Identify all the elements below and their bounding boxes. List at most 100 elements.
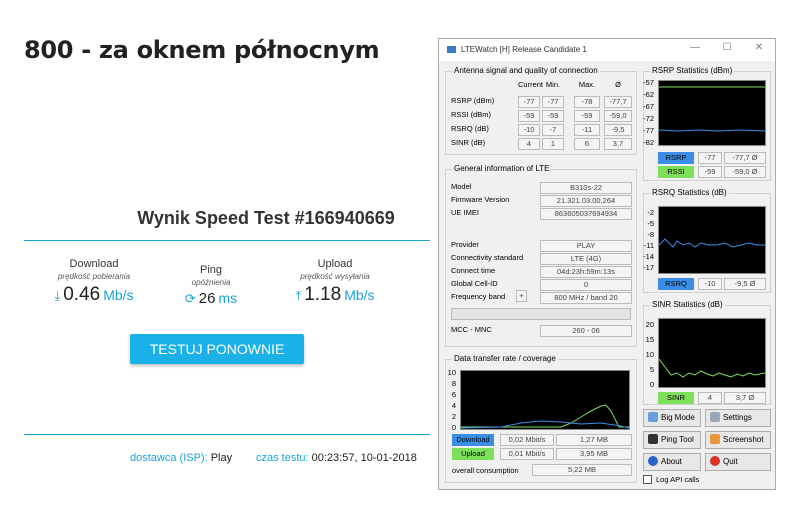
settings-label: Settings: [723, 413, 752, 422]
ping-label: Ping: [199, 264, 223, 276]
rsrp-chart: [658, 80, 766, 146]
transfer-plot: [460, 404, 630, 429]
download-icon: ⤓: [54, 288, 61, 303]
antenna-value: 4: [518, 138, 540, 150]
rsrq-group: RSRQ Statistics (dB) -2 -5 -8 -11 -14 -1…: [643, 188, 771, 293]
antenna-value: -9,5: [604, 124, 632, 136]
antenna-value: -59: [574, 110, 600, 122]
speedtest-title: Wynik Speed Test #166940669: [137, 208, 395, 228]
minimize-icon[interactable]: —: [687, 42, 703, 53]
isp-info: dostawca (ISP): Play: [130, 452, 232, 464]
bigmode-button[interactable]: Big Mode: [643, 409, 701, 427]
download-block: Download prędkość pobierania ⤓ 0.46 Mb/s: [34, 258, 154, 306]
rsrp-title: RSRP Statistics (dBm): [650, 66, 735, 75]
terminal-icon: [648, 434, 658, 444]
upload-unit: Mb/s: [344, 287, 375, 303]
antenna-value: -77: [518, 96, 540, 108]
antenna-row-label: SINR (dB): [451, 138, 486, 147]
antenna-value: -10: [518, 124, 540, 136]
maximize-icon[interactable]: ☐: [719, 42, 735, 53]
transfer-title: Data transfer rate / coverage: [452, 354, 558, 363]
general-group: General information of LTE Model B310s-22…: [445, 164, 637, 347]
gear-icon: [710, 412, 720, 422]
close-icon[interactable]: ✕: [751, 42, 767, 53]
sinr-ytick: 5: [649, 365, 654, 374]
antenna-col-header: Ø: [615, 80, 621, 89]
magnifier-icon: [648, 412, 658, 422]
download-sub: prędkość pobierania: [57, 272, 131, 281]
refresh-icon: ⟳: [184, 291, 196, 306]
info-value: 04d:23h:59m:13s: [540, 266, 632, 278]
antenna-title: Antenna signal and quality of connection: [452, 66, 600, 75]
download-label: Download: [69, 258, 119, 270]
info-value: 863605037694934: [540, 208, 632, 220]
upload-label: Upload: [317, 258, 353, 270]
pingtool-button[interactable]: Ping Tool: [643, 431, 701, 449]
camera-icon: [710, 434, 720, 444]
rsrq-ytick: -5: [647, 219, 654, 228]
rsrq-avg: -9,5 Ø: [724, 278, 766, 290]
sinr-ytick: 20: [645, 320, 654, 329]
upload-legend: Upload: [452, 448, 494, 460]
rsrp-ytick: -57: [643, 78, 654, 87]
rsrq-title: RSRQ Statistics (dB): [650, 188, 729, 197]
transfer-ytick: 8: [451, 379, 456, 388]
rsrp-avg: -77,7 Ø: [724, 152, 766, 164]
antenna-value: -7: [542, 124, 564, 136]
info-label: Global Cell-ID: [451, 279, 498, 288]
mcc-value: 260 - 06: [540, 325, 632, 337]
sinr-group: SINR Statistics (dB) 20 15 10 5 0 SINR 4…: [643, 300, 771, 405]
antenna-value: -59: [542, 110, 564, 122]
rsrp-ytick: -67: [643, 102, 654, 111]
sinr-plot: [658, 358, 766, 378]
antenna-col-header: Min.: [545, 80, 561, 89]
speedtest-card: Wynik Speed Test #166940669 Download prę…: [24, 206, 430, 466]
info-value: PLAY: [540, 240, 632, 252]
about-button[interactable]: About: [643, 453, 701, 471]
retest-button[interactable]: TESTUJ PONOWNIE: [130, 334, 304, 364]
rsrp-current: -77: [698, 152, 722, 164]
quit-label: Quit: [723, 457, 738, 466]
info-value: B310s-22: [540, 182, 632, 194]
settings-button[interactable]: Settings: [705, 409, 771, 427]
upload-sub: prędkość wysyłania: [300, 272, 370, 281]
rsrq-current: -10: [698, 278, 722, 290]
sinr-ytick: 0: [649, 380, 654, 389]
mcc-label: MCC - MNC: [451, 325, 492, 334]
antenna-value: -77,7: [604, 96, 632, 108]
sinr-ytick: 15: [645, 335, 654, 344]
sinr-legend: SINR: [658, 392, 694, 404]
log-api-label: Log API calls: [656, 475, 700, 484]
quit-button[interactable]: Quit: [705, 453, 771, 471]
info-label: Provider: [451, 240, 479, 249]
rsrq-plot: [658, 238, 765, 248]
about-label: About: [661, 457, 682, 466]
rsrq-legend: RSRQ: [658, 278, 694, 290]
ping-value: 26: [198, 290, 216, 307]
ping-unit: ms: [218, 290, 238, 306]
band-plus-button[interactable]: +: [516, 290, 527, 302]
rsrp-plot: [658, 86, 766, 132]
antenna-value: -11: [574, 124, 600, 136]
sinr-title: SINR Statistics (dB): [650, 300, 725, 309]
rsrq-ytick: -2: [647, 208, 654, 217]
general-title: General information of LTE: [452, 164, 552, 173]
title-bar: LTEWatch [H] Release Candidate 1 — ☐ ✕: [439, 39, 775, 61]
download-legend: Download: [452, 434, 494, 446]
antenna-col-header: Max.: [578, 80, 596, 89]
upload-icon: ⤒: [295, 288, 302, 303]
upload-value: 1.18: [304, 284, 342, 305]
divider: [24, 434, 430, 435]
rsrp-ytick: -72: [643, 114, 654, 123]
overall-value: 5,22 MB: [532, 464, 632, 476]
screenshot-button[interactable]: Screenshot: [705, 431, 771, 449]
antenna-col-header: Current: [518, 80, 544, 89]
time-info: czas testu: 00:23:57, 10-01-2018: [256, 452, 417, 464]
info-value: 800 MHz / band 20: [540, 292, 632, 304]
info-value: LTE (4G): [540, 253, 632, 265]
log-api-checkbox[interactable]: [643, 475, 652, 484]
info-value: 21.321.03.00.264: [540, 195, 632, 207]
antenna-row-label: RSSI (dBm): [451, 110, 492, 119]
upload-block: Upload prędkość wysyłania ⤒ 1.18 Mb/s: [270, 258, 400, 306]
rsrp-ytick: -62: [643, 90, 654, 99]
